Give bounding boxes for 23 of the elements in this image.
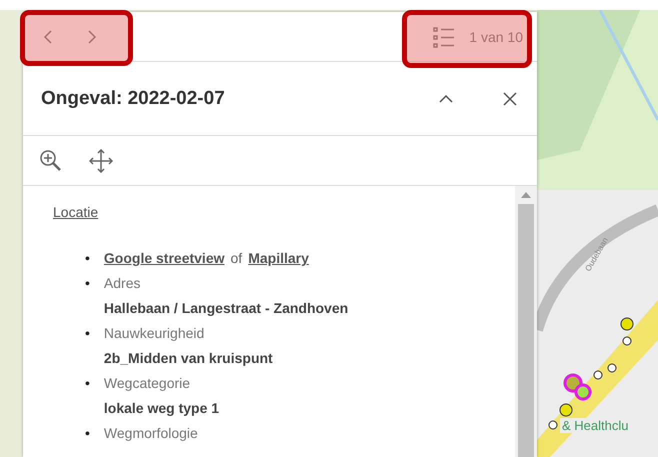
streetview-link[interactable]: Google streetview (104, 250, 224, 266)
bullet: • (85, 274, 90, 293)
field-value: lokale weg type 1 (104, 399, 220, 418)
connector-text: of (230, 250, 242, 266)
feature-counter: 1 van 10 (469, 28, 523, 44)
popup-title: Ongeval: 2022-02-07 (41, 88, 226, 110)
close-button[interactable] (501, 90, 519, 108)
place-label: & Healthclu (560, 418, 630, 433)
section-link[interactable]: Locatie (53, 204, 98, 220)
bullet: • (85, 324, 90, 343)
mapillary-link[interactable]: Mapillary (248, 250, 309, 266)
bullet: • (85, 249, 90, 268)
pan-button[interactable] (87, 146, 115, 174)
bullet: • (85, 424, 90, 443)
field-label: Wegmorfologie (104, 424, 198, 443)
scroll-up-icon[interactable] (521, 192, 531, 198)
field-value: Hallebaan / Langestraat - Zandhoven (104, 299, 348, 318)
field-value: 2b_Midden van kruispunt (104, 349, 273, 368)
scroll-thumb[interactable] (518, 204, 534, 457)
bullet: • (85, 374, 90, 393)
field-label: Wegcategorie (104, 374, 192, 393)
field-label: Nauwkeurigheid (104, 324, 206, 343)
field-label: Adres (104, 274, 142, 293)
